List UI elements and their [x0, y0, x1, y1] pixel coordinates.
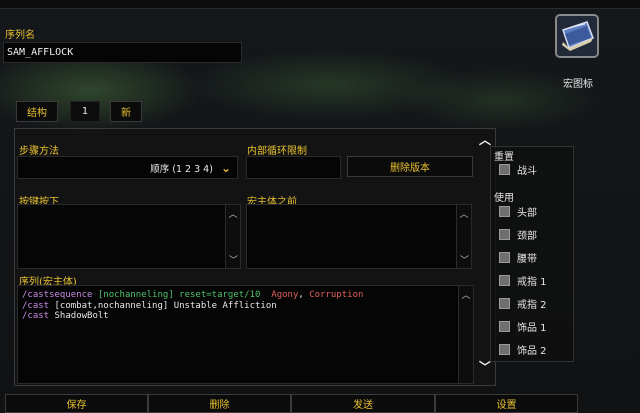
- option-ring-2[interactable]: 戒指 2: [499, 292, 547, 315]
- spellbook-icon: [557, 16, 597, 56]
- scroll-up-icon[interactable]: ︿: [226, 207, 240, 220]
- code-spell: Corruption: [309, 290, 364, 300]
- checkbox[interactable]: [499, 344, 510, 355]
- code-command: /castsequence: [22, 290, 93, 300]
- structure-button[interactable]: 结构: [16, 101, 58, 122]
- scroll-up-icon[interactable]: ︿: [457, 207, 471, 220]
- option-ring-1[interactable]: 戒指 1: [499, 269, 547, 292]
- macro-icon-button[interactable]: [555, 14, 599, 58]
- settings-button[interactable]: 设置: [435, 394, 578, 413]
- top-bar: [0, 0, 640, 9]
- step-method-label: 步骤方法: [19, 146, 59, 157]
- chevron-down-icon: ⌄: [220, 160, 231, 175]
- checkbox[interactable]: [499, 229, 510, 240]
- main-scroll-down-icon[interactable]: ﹀: [478, 360, 492, 374]
- option-label: 头部: [517, 208, 537, 219]
- checkbox[interactable]: [499, 321, 510, 332]
- inner-loop-input[interactable]: [246, 156, 341, 179]
- new-button[interactable]: 新: [110, 101, 142, 122]
- combat-checkbox-row[interactable]: 战斗: [499, 158, 537, 181]
- code-text: [combat,nochanneling] Unstable Afflictio…: [54, 300, 277, 311]
- sequence-name-label: 序列名: [5, 30, 35, 41]
- sequence-body-scrollbar[interactable]: ︿: [458, 286, 473, 383]
- option-label: 腰带: [517, 254, 537, 265]
- use-options-list: 头部 颈部 腰带 戒指 1 戒指 2 饰品 1 饰品 2: [499, 200, 547, 361]
- combat-label: 战斗: [517, 166, 537, 177]
- checkbox[interactable]: [499, 275, 510, 286]
- option-label: 颈部: [517, 231, 537, 242]
- code-text: ShadowBolt: [54, 311, 109, 321]
- pre-macro-textarea[interactable]: [246, 204, 472, 269]
- send-button[interactable]: 发送: [291, 394, 435, 413]
- code-separator: ,: [298, 290, 304, 300]
- option-trinket-2[interactable]: 饰品 2: [499, 338, 547, 361]
- option-label: 戒指 2: [517, 300, 547, 311]
- delete-button[interactable]: 删除: [148, 394, 291, 413]
- code-line-3: /cast ShadowBolt: [22, 311, 469, 322]
- step-method-value: 顺序 (1 2 3 4): [150, 163, 213, 175]
- option-label: 饰品 2: [517, 346, 547, 357]
- option-trinket-1[interactable]: 饰品 1: [499, 315, 547, 338]
- combat-checkbox[interactable]: [499, 164, 510, 175]
- code-line-1: /castsequence [nochanneling] reset=targe…: [22, 290, 469, 301]
- checkbox[interactable]: [499, 252, 510, 263]
- save-button[interactable]: 保存: [5, 394, 148, 413]
- keypress-textarea[interactable]: [17, 204, 241, 269]
- option-neck[interactable]: 颈部: [499, 223, 547, 246]
- version-number: 1: [70, 101, 100, 122]
- sequence-body-editor[interactable]: /castsequence [nochanneling] reset=targe…: [17, 285, 474, 384]
- option-belt[interactable]: 腰带: [499, 246, 547, 269]
- code-command: /cast: [22, 311, 50, 321]
- step-method-dropdown[interactable]: 顺序 (1 2 3 4) ⌄: [17, 156, 238, 179]
- main-scroll-up-icon[interactable]: ︿: [478, 133, 492, 147]
- scroll-down-icon[interactable]: ﹀: [226, 253, 241, 266]
- keypress-scrollbar[interactable]: ︿ ﹀: [225, 205, 240, 268]
- inner-loop-label: 内部循环限制: [247, 146, 307, 157]
- scroll-down-icon[interactable]: ﹀: [457, 253, 472, 266]
- code-line-2: /cast [combat,nochanneling] Unstable Aff…: [22, 301, 469, 312]
- checkbox[interactable]: [499, 206, 510, 217]
- sequence-name-input[interactable]: SAM_AFFLOCK: [3, 42, 242, 63]
- option-head[interactable]: 头部: [499, 200, 547, 223]
- option-label: 饰品 1: [517, 323, 547, 334]
- code-spell: Agony: [271, 290, 299, 300]
- sequence-name-value: SAM_AFFLOCK: [7, 47, 74, 58]
- delete-version-button[interactable]: 删除版本: [347, 156, 473, 177]
- option-label: 戒指 1: [517, 277, 547, 288]
- scroll-up-icon[interactable]: ︿: [459, 288, 473, 301]
- macro-icon-label: 宏图标: [563, 79, 593, 90]
- checkbox[interactable]: [499, 298, 510, 309]
- code-command: /cast: [22, 300, 50, 311]
- code-condition: [nochanneling] reset=target/10: [97, 290, 261, 300]
- pre-macro-scrollbar[interactable]: ︿ ﹀: [456, 205, 471, 268]
